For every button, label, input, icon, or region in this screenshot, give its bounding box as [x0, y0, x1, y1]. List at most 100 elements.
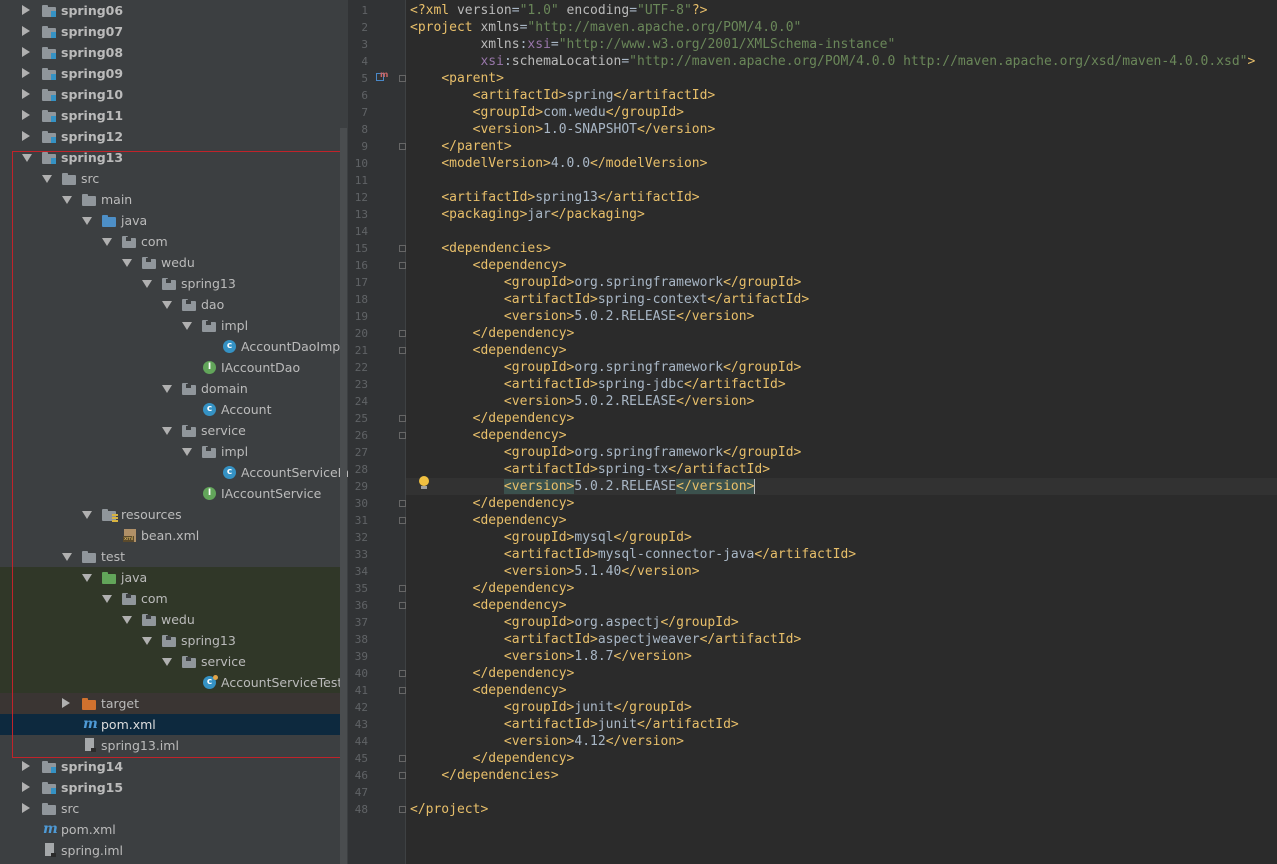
tree-node[interactable]: spring13	[0, 273, 340, 294]
code-line[interactable]: <version>5.0.2.RELEASE</version>	[410, 478, 755, 495]
expand-arrow-down-icon[interactable]	[162, 385, 172, 393]
tree-node[interactable]: I IAccountService	[0, 483, 340, 504]
tree-node[interactable]: spring10	[0, 84, 340, 105]
expand-arrow-right-icon[interactable]	[22, 5, 30, 15]
fold-marker-icon[interactable]	[399, 143, 406, 150]
code-line[interactable]: </dependencies>	[410, 767, 558, 784]
expand-arrow-down-icon[interactable]	[122, 259, 132, 267]
fold-marker-icon[interactable]	[399, 415, 406, 422]
tree-node[interactable]: resources	[0, 504, 340, 525]
code-line[interactable]: <groupId>junit</groupId>	[410, 699, 692, 716]
expand-arrow-right-icon[interactable]	[22, 782, 30, 792]
tree-node[interactable]: domain	[0, 378, 340, 399]
expand-arrow-down-icon[interactable]	[82, 217, 92, 225]
tree-node[interactable]: java	[0, 567, 340, 588]
code-line[interactable]: <project xmlns="http://maven.apache.org/…	[410, 19, 801, 36]
code-line[interactable]: xsi:schemaLocation="http://maven.apache.…	[410, 53, 1255, 70]
expand-arrow-down-icon[interactable]	[182, 448, 192, 456]
code-line[interactable]: </dependency>	[410, 495, 575, 512]
fold-marker-icon[interactable]	[399, 517, 406, 524]
expand-arrow-right-icon[interactable]	[22, 761, 30, 771]
intention-bulb-icon[interactable]	[418, 476, 430, 490]
code-line[interactable]: <artifactId>spring-jdbc</artifactId>	[410, 376, 786, 393]
code-line[interactable]: <groupId>org.springframework</groupId>	[410, 359, 801, 376]
code-line[interactable]: <groupId>org.aspectj</groupId>	[410, 614, 739, 631]
tree-node[interactable]: bean.xml	[0, 525, 340, 546]
tree-node[interactable]: spring08	[0, 42, 340, 63]
tree-node[interactable]: main	[0, 189, 340, 210]
tree-node[interactable]: src	[0, 798, 340, 819]
fold-marker-icon[interactable]	[399, 330, 406, 337]
code-line[interactable]: <groupId>mysql</groupId>	[410, 529, 692, 546]
code-line[interactable]: <artifactId>aspectjweaver</artifactId>	[410, 631, 801, 648]
code-line[interactable]: <parent>	[410, 70, 504, 87]
fold-marker-icon[interactable]	[399, 806, 406, 813]
expand-arrow-down-icon[interactable]	[22, 154, 32, 162]
fold-marker-icon[interactable]	[399, 500, 406, 507]
expand-arrow-down-icon[interactable]	[122, 616, 132, 624]
code-line[interactable]: <groupId>com.wedu</groupId>	[410, 104, 684, 121]
code-line[interactable]: <dependency>	[410, 342, 567, 359]
code-line[interactable]: </project>	[410, 801, 488, 818]
tree-node[interactable]: wedu	[0, 609, 340, 630]
fold-marker-icon[interactable]	[399, 245, 406, 252]
tree-node[interactable]: spring09	[0, 63, 340, 84]
expand-arrow-down-icon[interactable]	[102, 595, 112, 603]
expand-arrow-down-icon[interactable]	[142, 637, 152, 645]
tree-node[interactable]: spring.iml	[0, 840, 340, 861]
tree-node[interactable]: spring06	[0, 0, 340, 21]
fold-marker-icon[interactable]	[399, 432, 406, 439]
code-line[interactable]: </dependency>	[410, 410, 575, 427]
expand-arrow-right-icon[interactable]	[22, 26, 30, 36]
expand-arrow-down-icon[interactable]	[162, 658, 172, 666]
tree-node[interactable]: spring13.iml	[0, 735, 340, 756]
tree-node[interactable]: com	[0, 231, 340, 252]
code-line[interactable]: <version>5.0.2.RELEASE</version>	[410, 308, 754, 325]
tree-node[interactable]: spring12	[0, 126, 340, 147]
tree-node[interactable]: spring13	[0, 147, 340, 168]
code-line[interactable]: <groupId>org.springframework</groupId>	[410, 444, 801, 461]
tree-node[interactable]: m pom.xml	[0, 714, 340, 735]
expand-arrow-right-icon[interactable]	[22, 803, 30, 813]
code-line[interactable]: <dependency>	[410, 682, 567, 699]
project-tree-scrollbar[interactable]	[340, 128, 347, 864]
expand-arrow-down-icon[interactable]	[62, 553, 72, 561]
tree-node[interactable]: service	[0, 420, 340, 441]
expand-arrow-down-icon[interactable]	[142, 280, 152, 288]
code-line[interactable]: <packaging>jar</packaging>	[410, 206, 645, 223]
fold-marker-icon[interactable]	[399, 75, 406, 82]
tree-node[interactable]: c AccountServiceTest	[0, 672, 342, 693]
expand-arrow-down-icon[interactable]	[82, 574, 92, 582]
code-line[interactable]: <artifactId>spring</artifactId>	[410, 87, 716, 104]
fold-marker-icon[interactable]	[399, 772, 406, 779]
tree-node[interactable]: spring11	[0, 105, 340, 126]
code-editor[interactable]: 1 2 3 4 5 6 7 8 9 10 11 12 13 14 15 16 17 18 19 20 21 22 23 24 2…	[348, 0, 1277, 864]
code-line[interactable]: <dependency>	[410, 512, 567, 529]
code-line[interactable]: </dependency>	[410, 665, 575, 682]
expand-arrow-right-icon[interactable]	[22, 89, 30, 99]
fold-marker-icon[interactable]	[399, 687, 406, 694]
expand-arrow-right-icon[interactable]	[62, 698, 70, 708]
tree-node[interactable]: com	[0, 588, 340, 609]
code-line[interactable]: <version>1.8.7</version>	[410, 648, 692, 665]
tree-node[interactable]: spring14	[0, 756, 340, 777]
expand-arrow-down-icon[interactable]	[162, 301, 172, 309]
fold-marker-icon[interactable]	[399, 347, 406, 354]
code-line[interactable]: <dependency>	[410, 257, 567, 274]
code-line[interactable]: <dependency>	[410, 427, 567, 444]
tree-node[interactable]: spring15	[0, 777, 340, 798]
tree-node[interactable]: m pom.xml	[0, 819, 340, 840]
tree-node[interactable]: impl	[0, 315, 340, 336]
expand-arrow-down-icon[interactable]	[162, 427, 172, 435]
expand-arrow-down-icon[interactable]	[102, 238, 112, 246]
code-line[interactable]: <artifactId>mysql-connector-java</artifa…	[410, 546, 856, 563]
code-line[interactable]: <artifactId>spring13</artifactId>	[410, 189, 699, 206]
fold-marker-icon[interactable]	[399, 755, 406, 762]
fold-marker-icon[interactable]	[399, 670, 406, 677]
code-line[interactable]: <artifactId>junit</artifactId>	[410, 716, 739, 733]
expand-arrow-down-icon[interactable]	[182, 322, 192, 330]
tree-node[interactable]: c AccountDaoImpl	[0, 336, 344, 357]
expand-arrow-down-icon[interactable]	[42, 175, 52, 183]
tree-node[interactable]: impl	[0, 441, 340, 462]
code-line[interactable]: <groupId>org.springframework</groupId>	[410, 274, 801, 291]
